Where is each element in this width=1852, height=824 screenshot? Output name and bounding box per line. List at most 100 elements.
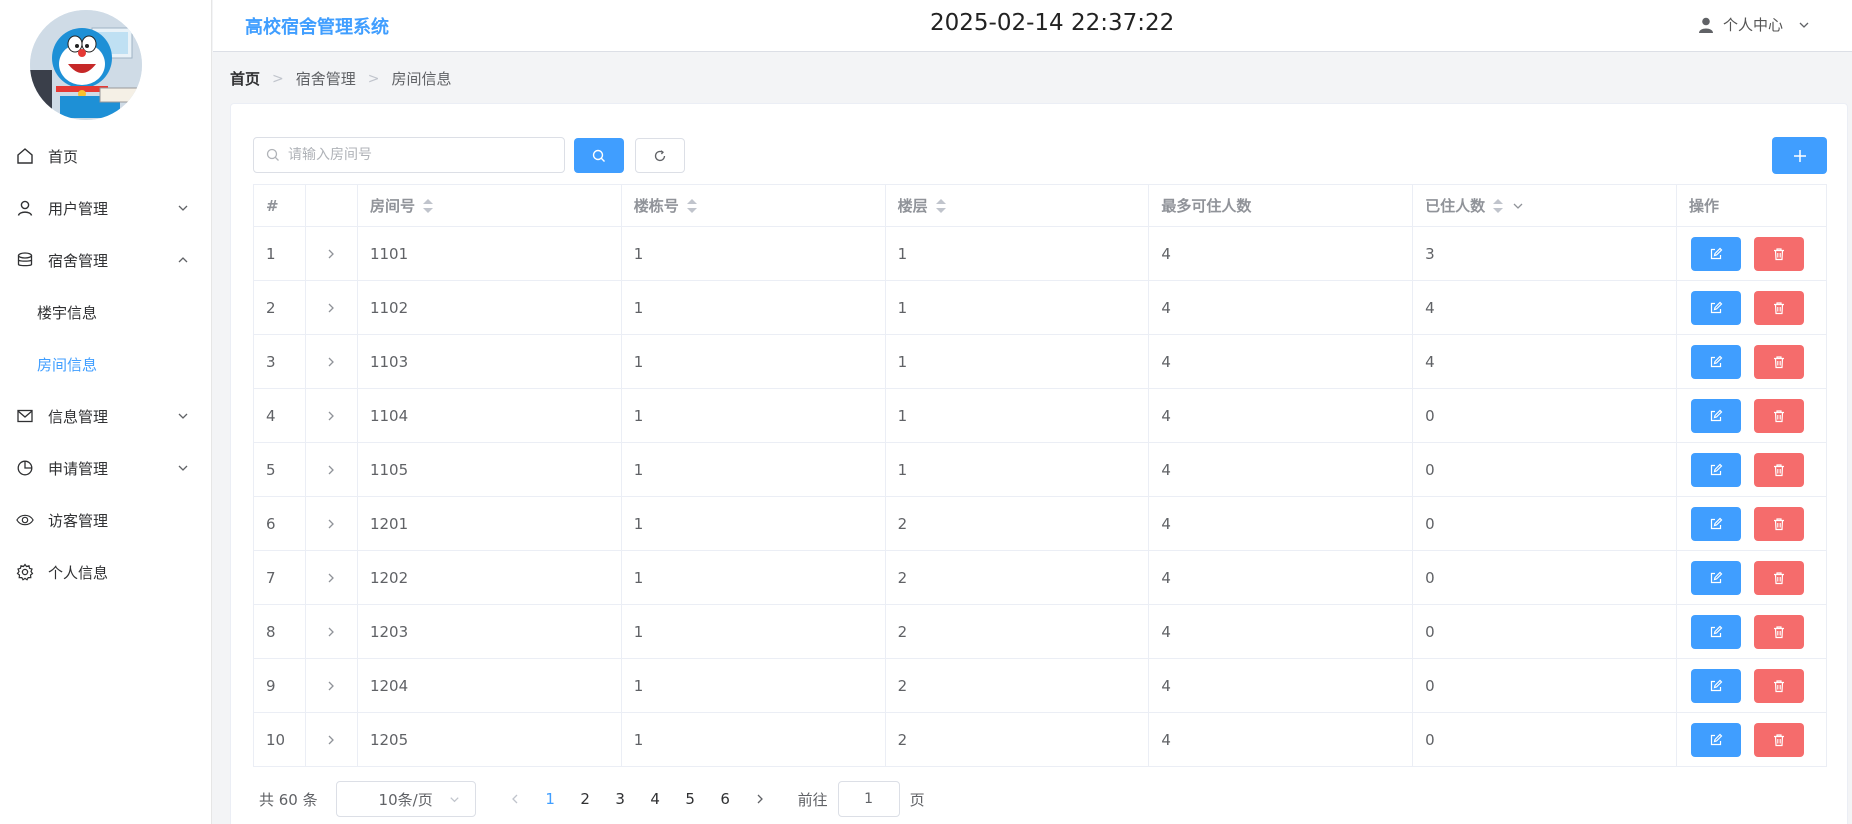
cell-expand[interactable] [304,280,358,335]
edit-button[interactable] [1691,398,1741,433]
chevron-right-icon[interactable] [324,409,338,423]
cell-expand[interactable] [304,334,358,389]
goto-page-input[interactable] [837,781,900,817]
column-header-building-number[interactable]: 楼栋号 [620,184,886,227]
column-header-room-number[interactable]: 房间号 [356,184,622,227]
plus-icon [1793,149,1806,162]
cell-room-number: 1102 [356,280,622,335]
cell-building-number: 1 [620,496,886,551]
delete-button[interactable] [1754,722,1804,757]
edit-button[interactable] [1691,560,1741,595]
edit-button[interactable] [1691,344,1741,379]
sidebar-item-personal-info[interactable]: 个人信息 [0,546,212,598]
room-number-search-input[interactable] [288,147,548,163]
edit-button[interactable] [1691,722,1741,757]
column-header-max-capacity: 最多可住人数 [1148,184,1414,227]
sort-caret-icon[interactable] [1493,198,1504,214]
edit-button[interactable] [1691,668,1741,703]
chevron-right-icon[interactable] [324,571,338,585]
sidebar-item-home[interactable]: 首页 [0,130,212,182]
sort-caret-icon[interactable] [935,198,946,214]
chevron-right-icon[interactable] [324,463,338,477]
cell-occupied: 0 [1412,550,1677,605]
reset-button[interactable] [635,138,685,173]
next-page-button[interactable] [743,781,778,817]
chevron-right-icon[interactable] [324,733,338,747]
chevron-right-icon[interactable] [324,517,338,531]
cell-expand[interactable] [304,604,358,659]
cell-expand[interactable] [304,442,358,497]
sort-caret-icon[interactable] [422,198,433,214]
delete-button[interactable] [1754,290,1804,325]
chevron-right-icon[interactable] [324,355,338,369]
delete-button[interactable] [1754,452,1804,487]
delete-button[interactable] [1754,398,1804,433]
cell-expand[interactable] [304,496,358,551]
cell-expand[interactable] [304,226,358,281]
chevron-right-icon[interactable] [324,679,338,693]
cell-expand[interactable] [304,712,358,767]
table-row: 9 1204 1 2 4 0 [253,658,1827,713]
page-size-select[interactable]: 10条/页 [335,781,476,817]
prev-page-button[interactable] [498,781,533,817]
page-number-3[interactable]: 3 [603,781,638,817]
delete-button[interactable] [1754,614,1804,649]
breadcrumb-dorm-management: 宿舍管理 [295,70,356,88]
edit-button[interactable] [1691,290,1741,325]
sidebar-item-info-management[interactable]: 信息管理 [0,390,212,442]
cell-room-number: 1104 [356,388,622,443]
sidebar-item-label: 信息管理 [48,407,109,426]
sidebar-item-application-management[interactable]: 申请管理 [0,442,212,494]
cell-floor: 1 [884,280,1150,335]
page-number-5[interactable]: 5 [673,781,708,817]
edit-button[interactable] [1691,236,1741,271]
column-header-index: # [253,184,306,227]
column-header-occupied[interactable]: 已住人数 [1412,184,1677,227]
breadcrumb-home[interactable]: 首页 [230,68,260,89]
trash-icon [1774,517,1784,530]
cell-building-number: 1 [620,658,886,713]
cell-occupied: 0 [1412,388,1677,443]
message-icon [16,407,34,425]
column-header-floor[interactable]: 楼层 [884,184,1150,227]
delete-button[interactable] [1754,560,1804,595]
edit-button[interactable] [1691,614,1741,649]
cell-max-capacity: 4 [1148,388,1414,443]
trash-icon [1774,733,1784,746]
page-number-1[interactable]: 1 [533,781,568,817]
cell-expand[interactable] [304,388,358,443]
sidebar-item-label: 首页 [48,147,79,166]
chevron-right-icon[interactable] [324,301,338,315]
sidebar-item-visitor-management[interactable]: 访客管理 [0,494,212,546]
cell-index: 9 [253,658,306,713]
chevron-right-icon[interactable] [324,625,338,639]
breadcrumb-separator-icon: > [272,70,284,87]
sidebar-subitem-room-info[interactable]: 房间信息 [0,338,212,390]
cell-max-capacity: 4 [1148,658,1414,713]
filter-chevron-icon[interactable] [1511,199,1525,213]
page-number-4[interactable]: 4 [638,781,673,817]
add-room-button[interactable] [1772,137,1827,174]
edit-button[interactable] [1691,452,1741,487]
sidebar-subitem-building-info[interactable]: 楼宇信息 [0,286,212,338]
delete-button[interactable] [1754,344,1804,379]
room-table: # 房间号 楼栋号 楼层 最多可住人数 已住人数 操作 1 1101 1 1 4 3 2 11… [253,184,1827,767]
column-header-label: 已住人数 [1425,197,1486,215]
delete-button[interactable] [1754,236,1804,271]
page-number-2[interactable]: 2 [568,781,603,817]
chevron-right-icon[interactable] [324,247,338,261]
search-button[interactable] [574,138,624,173]
delete-button[interactable] [1754,668,1804,703]
sidebar-subitem-label: 房间信息 [37,355,98,374]
cell-room-number: 1105 [356,442,622,497]
user-center-dropdown[interactable]: 个人中心 [1697,14,1811,35]
page-number-6[interactable]: 6 [708,781,743,817]
breadcrumb-separator-icon: > [367,70,380,87]
edit-button[interactable] [1691,506,1741,541]
sidebar-item-dorm-management[interactable]: 宿舍管理 [0,234,212,286]
sidebar-item-user-management[interactable]: 用户管理 [0,182,212,234]
delete-button[interactable] [1754,506,1804,541]
cell-expand[interactable] [304,550,358,605]
cell-expand[interactable] [304,658,358,713]
sort-caret-icon[interactable] [686,198,697,214]
